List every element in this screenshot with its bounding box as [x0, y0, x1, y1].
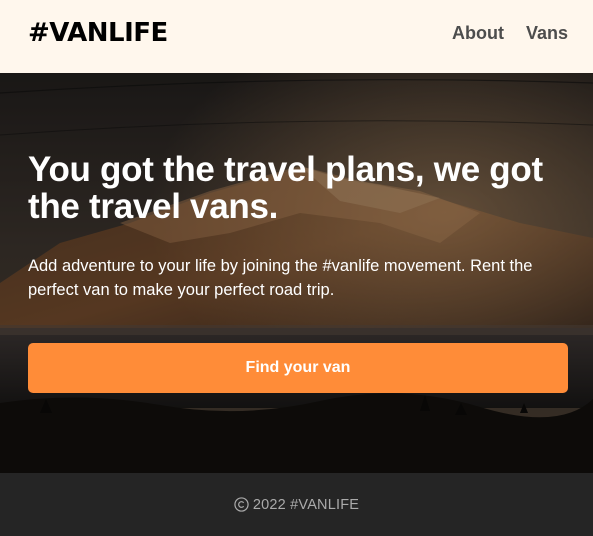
hero-description: Add adventure to your life by joining th…	[28, 257, 533, 299]
nav-link-vans[interactable]: Vans	[526, 22, 568, 44]
logo[interactable]: #VANLIFE	[28, 17, 168, 49]
footer-copyright: 2022 #VANLIFE	[234, 497, 359, 513]
nav-link-about[interactable]: About	[452, 22, 504, 44]
page: #VANLIFE About Vans You got the travel p…	[0, 0, 593, 536]
find-your-van-button[interactable]: Find your van	[28, 343, 568, 393]
hero-content: You got the travel plans, we got the tra…	[28, 151, 568, 302]
site-header: #VANLIFE About Vans	[0, 0, 593, 73]
main-nav: About Vans	[452, 22, 568, 44]
hero-section: You got the travel plans, we got the tra…	[0, 73, 593, 473]
hero-title: You got the travel plans, we got the tra…	[28, 150, 543, 226]
site-footer: 2022 #VANLIFE	[0, 473, 593, 536]
footer-text: 2022 #VANLIFE	[252, 496, 360, 513]
copyright-icon	[234, 497, 249, 512]
